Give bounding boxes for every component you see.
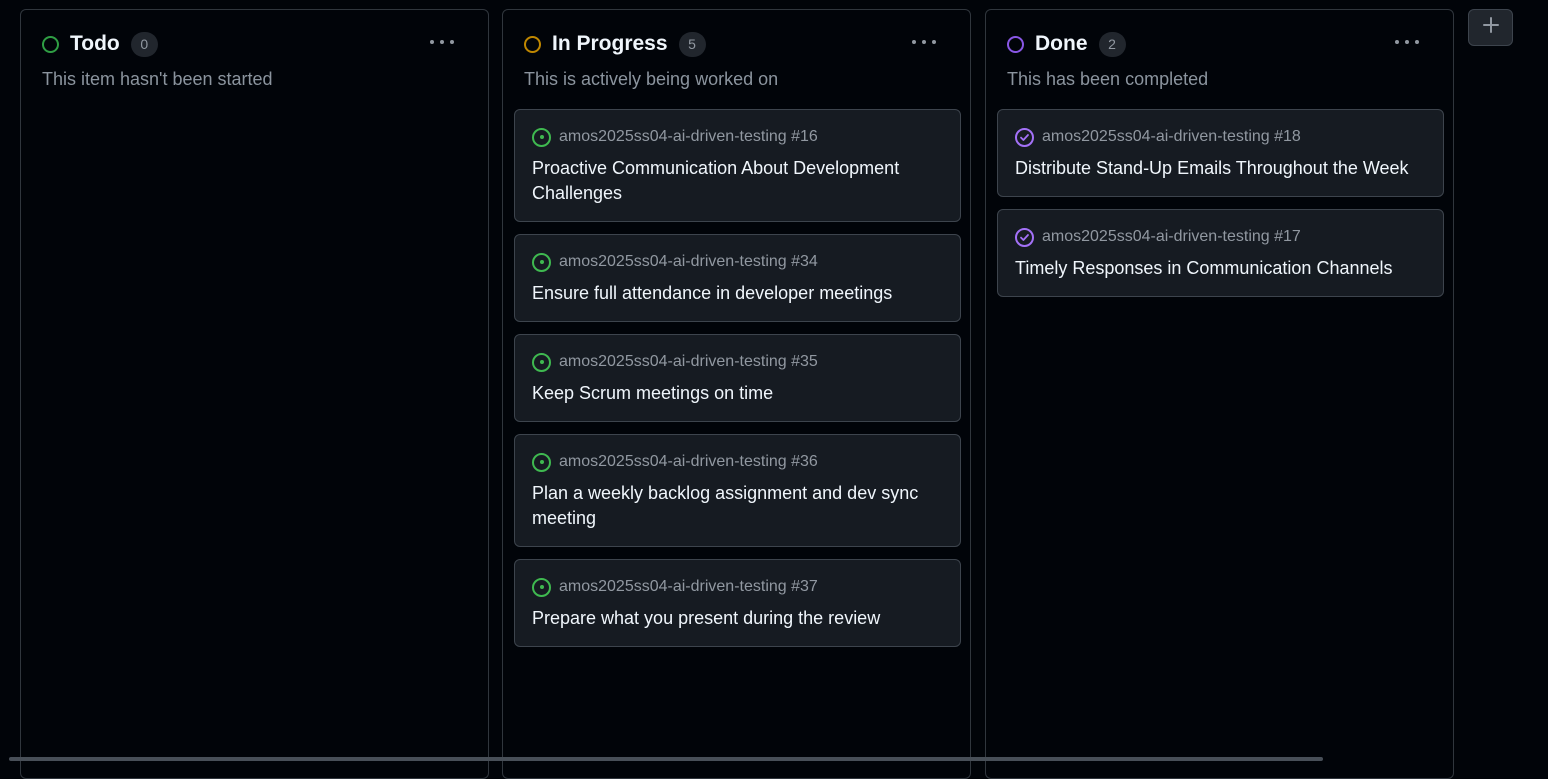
column-description: This item hasn't been started — [42, 69, 273, 89]
column-header: Done 2 — [1007, 30, 1126, 58]
issue-title[interactable]: Ensure full attendance in developer meet… — [532, 281, 943, 306]
issue-reference[interactable]: amos2025ss04-ai-driven-testing #16 — [559, 128, 818, 146]
column-title: Done — [1035, 32, 1088, 55]
issue-card[interactable]: amos2025ss04-ai-driven-testing #36 Plan … — [514, 434, 961, 547]
open-issue-icon — [532, 252, 551, 272]
column-options-button[interactable] — [428, 34, 456, 50]
kebab-horizontal-icon — [430, 40, 434, 44]
column-in-progress: In Progress 5 This is actively being wor… — [502, 9, 971, 779]
column-options-button[interactable] — [910, 34, 938, 50]
column-title: Todo — [70, 32, 120, 55]
status-circle-icon — [42, 35, 59, 53]
open-issue-icon — [532, 352, 551, 372]
card-list: amos2025ss04-ai-driven-testing #18 Distr… — [997, 109, 1444, 309]
open-issue-icon — [532, 452, 551, 472]
closed-issue-icon — [1015, 227, 1034, 247]
add-column-button[interactable] — [1468, 9, 1513, 46]
project-board: Todo 0 This item hasn't been started In … — [0, 0, 1548, 779]
card-list: amos2025ss04-ai-driven-testing #16 Proac… — [514, 109, 961, 659]
item-count-badge: 0 — [130, 31, 158, 57]
column-done: Done 2 This has been completed amos2025s… — [985, 9, 1454, 779]
open-issue-icon — [532, 577, 551, 597]
item-count-badge: 5 — [678, 31, 706, 57]
column-title: In Progress — [552, 32, 668, 55]
column-header: In Progress 5 — [524, 30, 706, 58]
issue-title[interactable]: Timely Responses in Communication Channe… — [1015, 256, 1426, 281]
issue-title[interactable]: Proactive Communication About Developmen… — [532, 156, 943, 206]
issue-card[interactable]: amos2025ss04-ai-driven-testing #37 Prepa… — [514, 559, 961, 647]
issue-reference[interactable]: amos2025ss04-ai-driven-testing #36 — [559, 453, 818, 471]
horizontal-scrollbar[interactable] — [9, 757, 1323, 761]
issue-card[interactable]: amos2025ss04-ai-driven-testing #16 Proac… — [514, 109, 961, 222]
issue-reference[interactable]: amos2025ss04-ai-driven-testing #35 — [559, 353, 818, 371]
column-description: This has been completed — [1007, 69, 1209, 89]
issue-card[interactable]: amos2025ss04-ai-driven-testing #17 Timel… — [997, 209, 1444, 297]
issue-reference[interactable]: amos2025ss04-ai-driven-testing #18 — [1042, 128, 1301, 146]
item-count-badge: 2 — [1098, 31, 1126, 57]
open-issue-icon — [532, 127, 551, 147]
kebab-horizontal-icon — [912, 40, 916, 44]
column-description: This is actively being worked on — [524, 69, 779, 89]
issue-reference[interactable]: amos2025ss04-ai-driven-testing #17 — [1042, 228, 1301, 246]
issue-title[interactable]: Keep Scrum meetings on time — [532, 381, 943, 406]
issue-reference[interactable]: amos2025ss04-ai-driven-testing #34 — [559, 253, 818, 271]
issue-reference[interactable]: amos2025ss04-ai-driven-testing #37 — [559, 578, 818, 596]
status-circle-icon — [524, 35, 541, 53]
closed-issue-icon — [1015, 127, 1034, 147]
issue-title[interactable]: Distribute Stand-Up Emails Throughout th… — [1015, 156, 1426, 181]
kebab-horizontal-icon — [1395, 40, 1399, 44]
issue-card[interactable]: amos2025ss04-ai-driven-testing #35 Keep … — [514, 334, 961, 422]
plus-icon — [1481, 15, 1501, 40]
issue-card[interactable]: amos2025ss04-ai-driven-testing #34 Ensur… — [514, 234, 961, 322]
issue-title[interactable]: Plan a weekly backlog assignment and dev… — [532, 481, 943, 531]
issue-title[interactable]: Prepare what you present during the revi… — [532, 606, 943, 631]
column-header: Todo 0 — [42, 30, 158, 58]
status-circle-icon — [1007, 35, 1024, 53]
issue-card[interactable]: amos2025ss04-ai-driven-testing #18 Distr… — [997, 109, 1444, 197]
column-todo: Todo 0 This item hasn't been started — [20, 9, 489, 779]
column-options-button[interactable] — [1393, 34, 1421, 50]
